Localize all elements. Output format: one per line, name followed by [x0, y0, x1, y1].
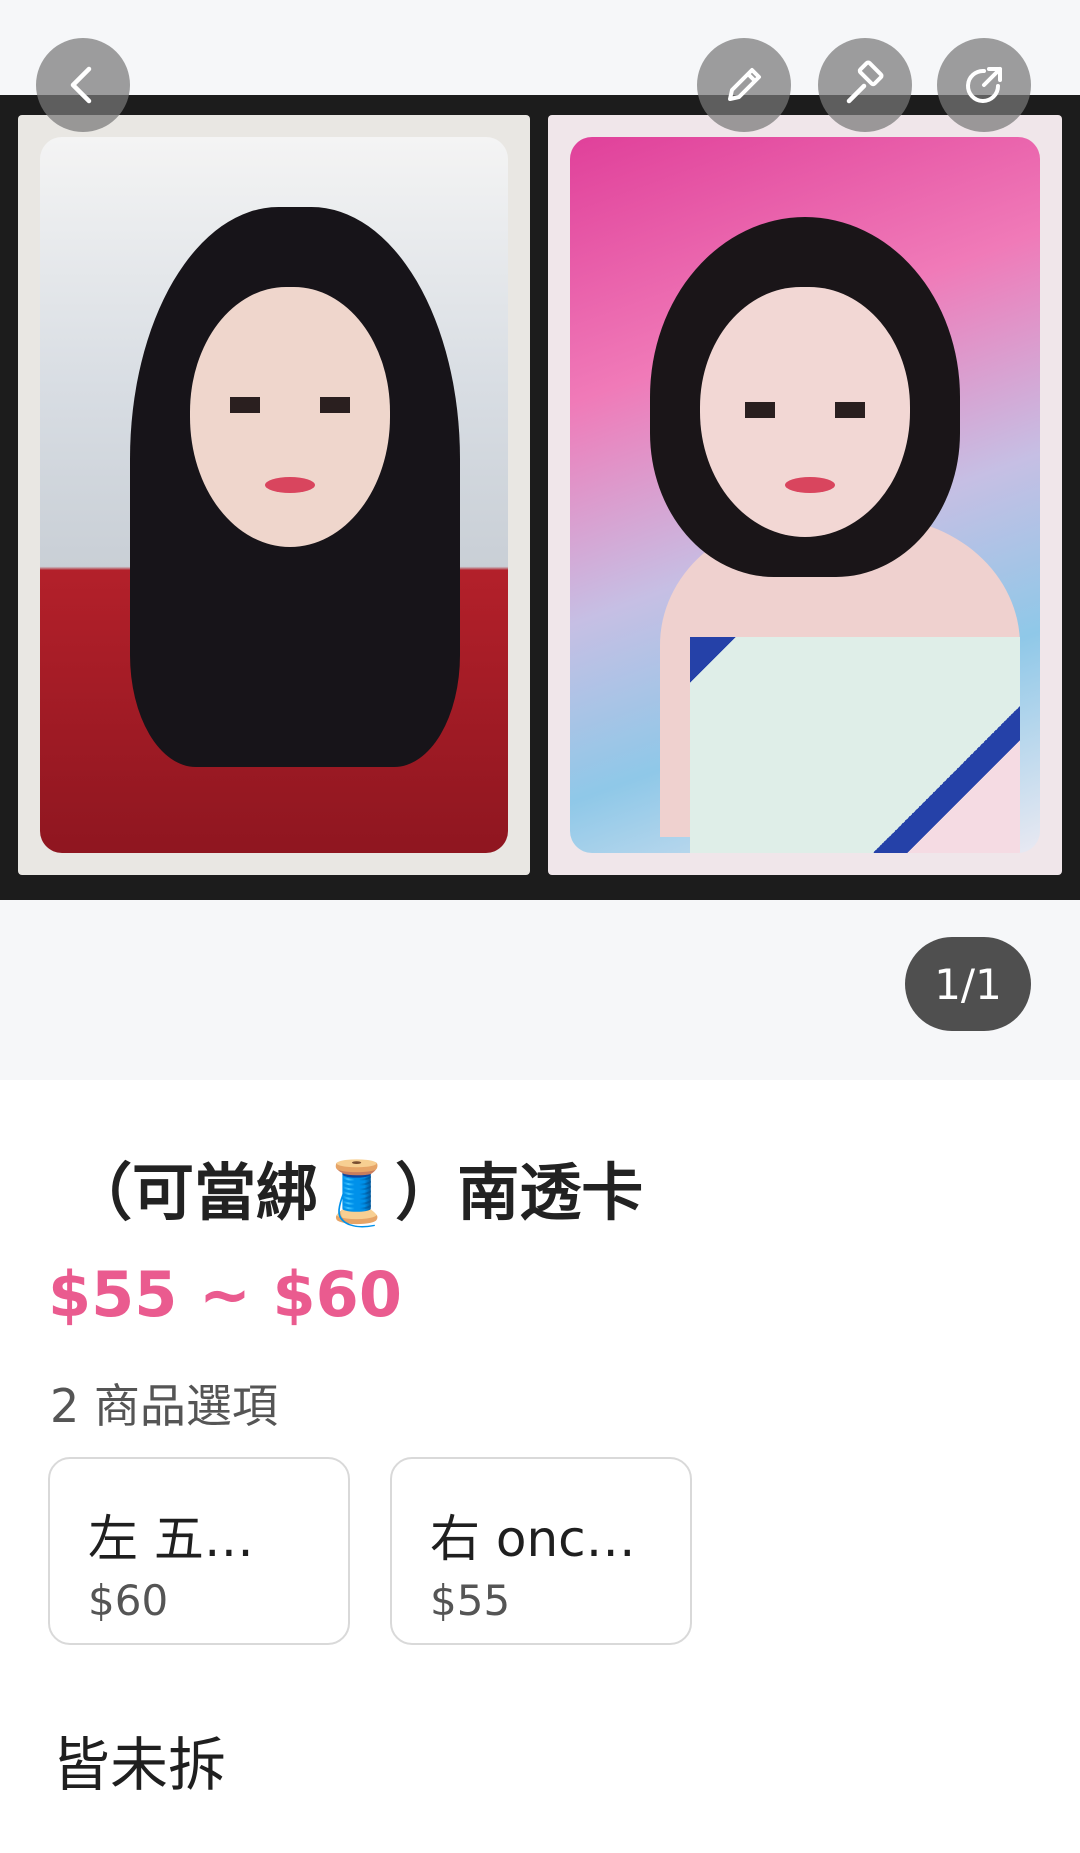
bump-button[interactable] — [818, 38, 912, 132]
variant-option[interactable]: 左 五… $60 — [48, 1457, 350, 1645]
share-icon — [966, 67, 1002, 103]
photocard-left — [18, 115, 530, 875]
figure-face — [190, 287, 390, 547]
figure-lips — [265, 477, 315, 493]
figure-eyes — [745, 402, 865, 418]
variant-name: 左 五… — [88, 1510, 254, 1568]
listing-description: 皆未拆 — [52, 1731, 227, 1799]
variant-name: 右 onc… — [430, 1510, 636, 1568]
image-counter: 1/1 — [905, 937, 1031, 1031]
listing-photo[interactable] — [0, 95, 1080, 900]
figure-eyes — [230, 397, 350, 413]
listing-price: $55 ~ $60 — [48, 1258, 402, 1331]
back-button[interactable] — [36, 38, 130, 132]
variant-count: 2 商品選項 — [50, 1379, 278, 1433]
figure-top — [690, 637, 1020, 853]
edit-button[interactable] — [697, 38, 791, 132]
share-button[interactable] — [937, 38, 1031, 132]
chevron-left-icon — [70, 66, 92, 104]
photo-gallery[interactable]: 1/1 — [0, 0, 1080, 1080]
listing-title: （可當綁🧵）南透卡 — [70, 1156, 644, 1229]
figure-lips — [785, 477, 835, 493]
variant-price: $55 — [430, 1576, 511, 1625]
variant-option[interactable]: 右 onc… $55 — [390, 1457, 692, 1645]
variant-price: $60 — [88, 1576, 169, 1625]
hammer-icon — [846, 60, 884, 104]
photocard-right-image — [570, 137, 1040, 853]
photocard-left-image — [40, 137, 508, 853]
pencil-icon — [728, 68, 761, 101]
photocard-right — [548, 115, 1062, 875]
